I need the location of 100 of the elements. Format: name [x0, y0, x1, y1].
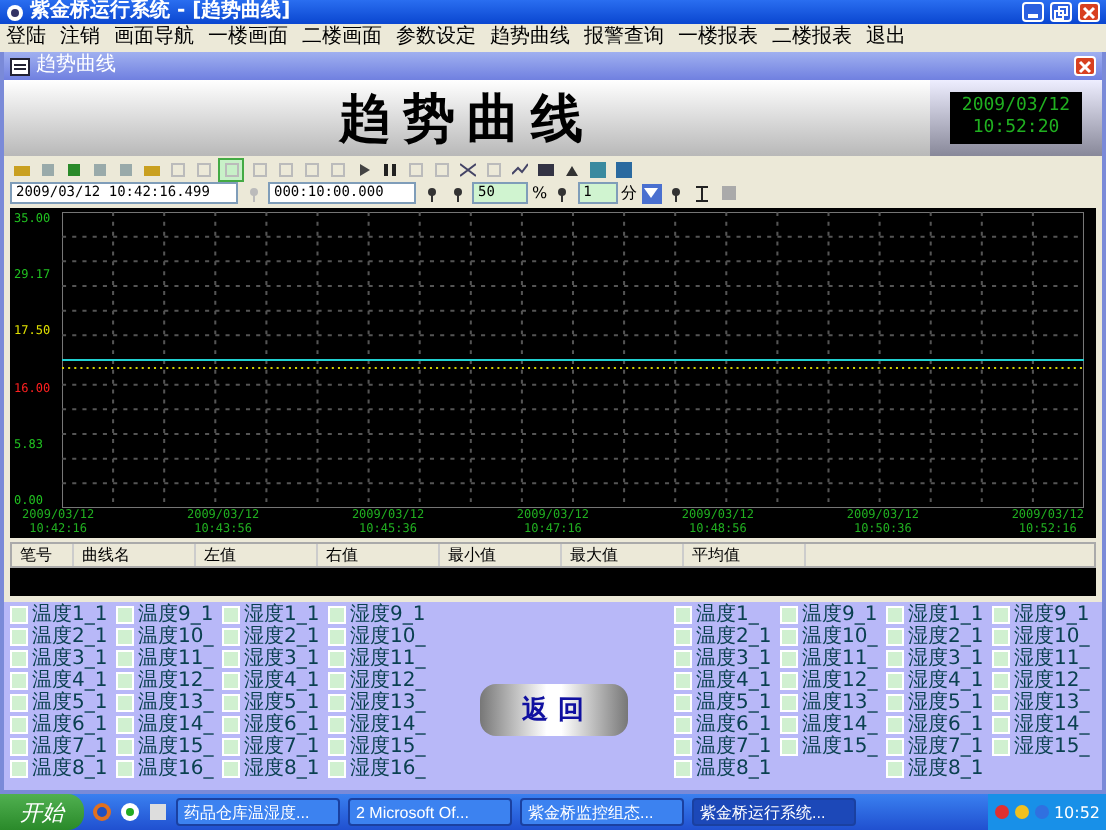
curve-checkbox[interactable]: 温度2_1	[674, 626, 772, 648]
curve-checkbox[interactable]: 温度5_1	[674, 692, 772, 714]
curve-checkbox[interactable]: 温度12_	[116, 670, 214, 692]
curve-checkbox[interactable]: 湿度15_	[328, 736, 426, 758]
curve-checkbox[interactable]: 温度13_	[780, 692, 878, 714]
curve-checkbox[interactable]: 温度15_	[780, 736, 878, 758]
curve-checkbox[interactable]: 湿度13_	[992, 692, 1090, 714]
menu-item[interactable]: 报警查询	[584, 26, 664, 50]
curve-checkbox[interactable]: 湿度11_	[328, 648, 426, 670]
curve-checkbox[interactable]: 湿度4_1	[222, 670, 320, 692]
curve-checkbox[interactable]: 温度9_1	[780, 604, 878, 626]
close-icon	[1078, 59, 1092, 73]
curve-checkbox[interactable]: 湿度12_	[328, 670, 426, 692]
curve-checkbox[interactable]: 温度6_1	[10, 714, 108, 736]
curve-checkbox[interactable]: 湿度10_	[992, 626, 1090, 648]
column-header[interactable]: 曲线名	[74, 544, 196, 566]
curve-checkbox[interactable]: 湿度8_1	[222, 758, 320, 780]
menu-item[interactable]: 趋势曲线	[490, 26, 570, 50]
curve-checkbox[interactable]: 湿度13_	[328, 692, 426, 714]
curve-checkbox[interactable]: 湿度3_1	[886, 648, 984, 670]
media-icon[interactable]	[120, 802, 140, 822]
toolbar-icon[interactable]	[378, 159, 400, 179]
close-button[interactable]	[1078, 2, 1100, 22]
curve-checkbox[interactable]: 温度5_1	[10, 692, 108, 714]
curve-checkbox[interactable]: 温度15_	[116, 736, 214, 758]
column-header[interactable]: 左值	[196, 544, 318, 566]
curve-checkbox[interactable]: 湿度5_1	[222, 692, 320, 714]
curve-checkbox[interactable]: 湿度1_1	[222, 604, 320, 626]
curve-checkbox[interactable]: 温度14_	[116, 714, 214, 736]
column-header[interactable]: 右值	[318, 544, 440, 566]
curve-checkbox[interactable]: 湿度6_1	[222, 714, 320, 736]
menu-item[interactable]: 二楼画面	[302, 26, 382, 50]
menu-item[interactable]: 登陆	[6, 26, 46, 50]
curve-checkbox[interactable]: 湿度9_1	[992, 604, 1090, 626]
curve-checkbox[interactable]: 温度3_1	[10, 648, 108, 670]
curve-checkbox[interactable]: 温度12_	[780, 670, 878, 692]
curve-checkbox[interactable]: 温度8_1	[10, 758, 108, 780]
close-button[interactable]	[1074, 56, 1096, 76]
curve-checkbox[interactable]: 湿度7_1	[222, 736, 320, 758]
curve-checkbox[interactable]: 湿度12_	[992, 670, 1090, 692]
restore-button[interactable]	[1050, 2, 1072, 22]
taskbar-button[interactable]: 紫金桥运行系统...	[692, 798, 856, 826]
curve-checkbox[interactable]: 湿度2_1	[222, 626, 320, 648]
curve-checkbox[interactable]: 温度14_	[780, 714, 878, 736]
curve-checkbox[interactable]: 湿度16_	[328, 758, 426, 780]
taskbar-button[interactable]: 紫金桥监控组态...	[520, 798, 684, 826]
taskbar-button[interactable]: 2 Microsoft Of...	[348, 798, 512, 826]
curve-checkbox[interactable]: 温度16_	[116, 758, 214, 780]
close-icon	[1082, 5, 1096, 19]
curve-checkbox[interactable]: 湿度6_1	[886, 714, 984, 736]
minimize-button[interactable]	[1022, 2, 1044, 22]
dropdown-button[interactable]	[641, 183, 662, 203]
taskbar-button[interactable]: 药品仓库温湿度...	[176, 798, 340, 826]
menu-item[interactable]: 二楼报表	[772, 26, 852, 50]
curve-checkbox[interactable]: 温度2_1	[10, 626, 108, 648]
start-button[interactable]: 开始	[0, 794, 84, 830]
curve-checkbox[interactable]: 湿度1_1	[886, 604, 984, 626]
curve-checkbox[interactable]: 温度10_	[116, 626, 214, 648]
cursor-icon[interactable]	[691, 183, 714, 203]
menu-item[interactable]: 一楼画面	[208, 26, 288, 50]
toolbar-icon[interactable]	[456, 159, 478, 179]
curve-checkbox[interactable]: 湿度14_	[328, 714, 426, 736]
curve-checkbox[interactable]: 温度9_1	[116, 604, 214, 626]
curve-checkbox[interactable]: 温度7_1	[10, 736, 108, 758]
curve-checkbox[interactable]: 温度1_	[674, 604, 759, 626]
curve-checkbox[interactable]: 温度10_	[780, 626, 878, 648]
curve-checkbox[interactable]: 湿度9_1	[328, 604, 426, 626]
menu-item[interactable]: 参数设定	[396, 26, 476, 50]
curve-checkbox[interactable]: 温度11_	[116, 648, 214, 670]
column-header[interactable]: 最大值	[562, 544, 684, 566]
menu-item[interactable]: 画面导航	[114, 26, 194, 50]
menu-item[interactable]: 注销	[60, 26, 100, 50]
curve-checkbox[interactable]: 温度6_1	[674, 714, 772, 736]
page-heading: 趋势曲线	[339, 87, 595, 153]
curve-checkbox[interactable]: 湿度5_1	[886, 692, 984, 714]
curve-checkbox[interactable]: 温度7_1	[674, 736, 772, 758]
return-button[interactable]: 返 回	[479, 684, 627, 736]
curve-checkbox[interactable]: 湿度4_1	[886, 670, 984, 692]
curve-checkbox[interactable]: 湿度2_1	[886, 626, 984, 648]
menu-item[interactable]: 退出	[866, 26, 906, 50]
curve-checkbox[interactable]: 温度1_1	[10, 604, 108, 626]
curve-checkbox[interactable]: 湿度7_1	[886, 736, 984, 758]
menu-item[interactable]: 一楼报表	[678, 26, 758, 50]
curve-checkbox[interactable]: 温度13_	[116, 692, 214, 714]
curve-checkbox[interactable]: 温度3_1	[674, 648, 772, 670]
curve-checkbox[interactable]: 湿度10_	[328, 626, 426, 648]
curve-checkbox[interactable]: 温度8_1	[674, 758, 772, 780]
curve-checkbox[interactable]: 湿度11_	[992, 648, 1090, 670]
curve-checkbox[interactable]: 湿度15_	[992, 736, 1090, 758]
curve-checkbox[interactable]: 湿度14_	[992, 714, 1090, 736]
curve-checkbox[interactable]: 湿度3_1	[222, 648, 320, 670]
curve-checkbox[interactable]: 温度11_	[780, 648, 878, 670]
curve-checkbox[interactable]: 湿度8_1	[886, 758, 984, 780]
toolbar-icon[interactable]	[508, 159, 530, 179]
curve-checkbox[interactable]: 温度4_1	[674, 670, 772, 692]
toolbar-icon[interactable]	[534, 159, 556, 179]
column-header[interactable]: 平均值	[684, 544, 806, 566]
column-header[interactable]: 笔号	[12, 544, 74, 566]
curve-checkbox[interactable]: 温度4_1	[10, 670, 108, 692]
column-header[interactable]: 最小值	[440, 544, 562, 566]
